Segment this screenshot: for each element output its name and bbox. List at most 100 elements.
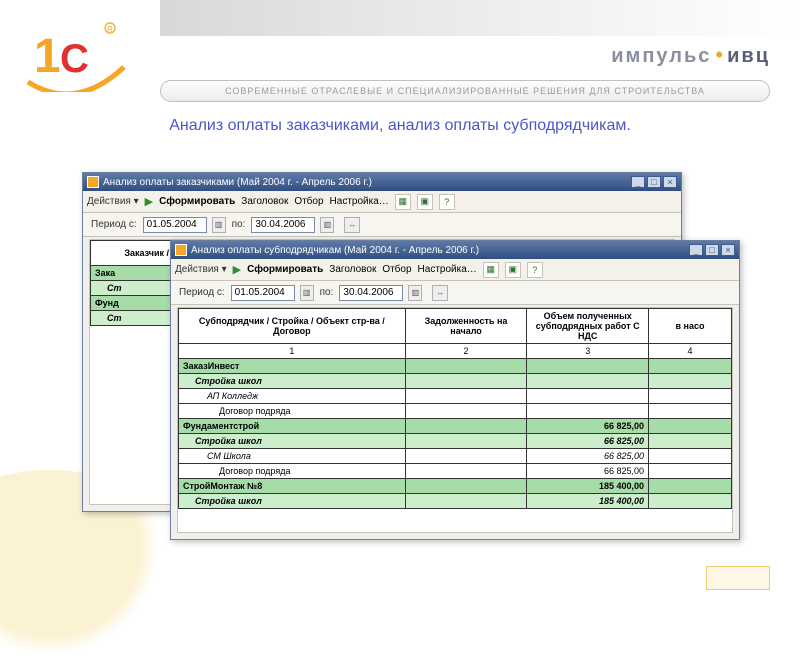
svg-text:R: R — [107, 25, 113, 34]
maximize-button[interactable]: □ — [705, 244, 719, 256]
titlebar[interactable]: Анализ оплаты заказчиками (Май 2004 г. -… — [83, 173, 681, 191]
row-v2 — [405, 464, 527, 479]
window-title: Анализ оплаты субподрядчикам (Май 2004 г… — [191, 245, 479, 256]
row-v4 — [649, 374, 732, 389]
period-label: Период с: — [91, 219, 137, 230]
row-name: Стройка школ — [179, 434, 406, 449]
row-v2 — [405, 494, 527, 509]
run-icon: ▶ — [233, 263, 241, 276]
close-button[interactable]: × — [721, 244, 735, 256]
maximize-button[interactable]: □ — [647, 176, 661, 188]
row-name: Стройка школ — [179, 374, 406, 389]
date-to-picker-icon[interactable]: ▥ — [408, 285, 422, 301]
minimize-button[interactable]: _ — [689, 244, 703, 256]
row-v4 — [649, 359, 732, 374]
table-row[interactable]: СтройМонтаж №8185 400,00 — [179, 479, 732, 494]
svg-text:С: С — [60, 37, 89, 81]
brand-logo: импульс•ивц — [611, 42, 770, 68]
table-row[interactable]: ЗаказИнвест — [179, 359, 732, 374]
svg-text:1: 1 — [34, 30, 61, 83]
period-label: Период с: — [179, 287, 225, 298]
window-icon — [87, 176, 99, 188]
range-button-icon[interactable]: ↔ — [432, 285, 448, 301]
report-table: Субподрядчик / Стройка / Объект стр-ва /… — [178, 308, 732, 509]
setup-button[interactable]: Настройка… — [418, 264, 477, 275]
table-row[interactable]: Стройка школ 185 400,00 — [179, 494, 732, 509]
col-4: в насо — [649, 309, 732, 344]
row-v4 — [649, 464, 732, 479]
date-from[interactable]: 01.05.2004 — [143, 217, 207, 233]
actions-menu[interactable]: Действия ▾ — [175, 264, 227, 275]
brand-dot-icon: • — [711, 42, 727, 67]
subcol-2: 2 — [405, 344, 527, 359]
actions-menu[interactable]: Действия ▾ — [87, 196, 139, 207]
run-icon: ▶ — [145, 195, 153, 208]
table-row[interactable]: СМ Школа66 825,00 — [179, 449, 732, 464]
row-v2 — [405, 389, 527, 404]
tool-icon-2[interactable]: ▣ — [505, 262, 521, 278]
row-v4 — [649, 419, 732, 434]
date-to-picker-icon[interactable]: ▥ — [320, 217, 334, 233]
row-v4 — [649, 479, 732, 494]
row-v3: 66 825,00 — [527, 434, 649, 449]
table-row[interactable]: Договор подряда — [179, 404, 732, 419]
row-name: ЗаказИнвест — [179, 359, 406, 374]
row-v3: 66 825,00 — [527, 449, 649, 464]
header-strip — [160, 0, 800, 36]
tool-icon-1[interactable]: ▦ — [395, 194, 411, 210]
help-icon[interactable]: ? — [439, 194, 455, 210]
close-button[interactable]: × — [663, 176, 677, 188]
run-button[interactable]: Сформировать — [159, 196, 235, 207]
range-button-icon[interactable]: ↔ — [344, 217, 360, 233]
row-v4 — [649, 449, 732, 464]
tool-icon-1[interactable]: ▦ — [483, 262, 499, 278]
window-title: Анализ оплаты заказчиками (Май 2004 г. -… — [103, 177, 372, 188]
logo-1c: 1 С R — [26, 22, 126, 92]
row-v2 — [405, 419, 527, 434]
footer-box — [706, 566, 770, 590]
row-name: Фундаментстрой — [179, 419, 406, 434]
tool-icon-2[interactable]: ▣ — [417, 194, 433, 210]
row-v4 — [649, 434, 732, 449]
row-name: Стройка школ — [179, 494, 406, 509]
minimize-button[interactable]: _ — [631, 176, 645, 188]
subtitle: СОВРЕМЕННЫЕ ОТРАСЛЕВЫЕ И СПЕЦИАЛИЗИРОВАН… — [160, 80, 770, 102]
table-row[interactable]: Договор подряда66 825,00 — [179, 464, 732, 479]
row-v3: 185 400,00 — [527, 494, 649, 509]
toolbar: Действия ▾ ▶ Сформировать Заголовок Отбо… — [171, 259, 739, 281]
filter-button[interactable]: Отбор — [382, 264, 411, 275]
date-from-picker-icon[interactable]: ▥ — [300, 285, 314, 301]
window-icon — [175, 244, 187, 256]
table-row[interactable]: Стройка школ — [179, 374, 732, 389]
header-button[interactable]: Заголовок — [241, 196, 288, 207]
period-to-label: по: — [232, 219, 246, 230]
help-icon[interactable]: ? — [527, 262, 543, 278]
row-v2 — [405, 479, 527, 494]
row-name: Договор подряда — [179, 464, 406, 479]
page-title: Анализ оплаты заказчиками, анализ оплаты… — [0, 116, 800, 136]
row-name: Договор подряда — [179, 404, 406, 419]
period-bar: Период с: 01.05.2004 ▥ по: 30.04.2006 ▥ … — [171, 281, 739, 305]
date-to[interactable]: 30.04.2006 — [251, 217, 315, 233]
date-from[interactable]: 01.05.2004 — [231, 285, 295, 301]
table-row[interactable]: Фундаментстрой66 825,00 — [179, 419, 732, 434]
date-to[interactable]: 30.04.2006 — [339, 285, 403, 301]
report-area[interactable]: Субподрядчик / Стройка / Объект стр-ва /… — [177, 307, 733, 533]
period-to-label: по: — [320, 287, 334, 298]
titlebar[interactable]: Анализ оплаты субподрядчикам (Май 2004 г… — [171, 241, 739, 259]
row-v3 — [527, 389, 649, 404]
col-1: Субподрядчик / Стройка / Объект стр-ва /… — [179, 309, 406, 344]
filter-button[interactable]: Отбор — [294, 196, 323, 207]
run-button[interactable]: Сформировать — [247, 264, 323, 275]
header-button[interactable]: Заголовок — [329, 264, 376, 275]
row-v4 — [649, 494, 732, 509]
table-row[interactable]: АП Колледж — [179, 389, 732, 404]
row-v2 — [405, 374, 527, 389]
row-v3: 185 400,00 — [527, 479, 649, 494]
date-from-picker-icon[interactable]: ▥ — [212, 217, 226, 233]
toolbar: Действия ▾ ▶ Сформировать Заголовок Отбо… — [83, 191, 681, 213]
subtitle-text: СОВРЕМЕННЫЕ ОТРАСЛЕВЫЕ И СПЕЦИАЛИЗИРОВАН… — [225, 86, 705, 96]
table-row[interactable]: Стройка школ 66 825,00 — [179, 434, 732, 449]
setup-button[interactable]: Настройка… — [330, 196, 389, 207]
row-v3 — [527, 404, 649, 419]
